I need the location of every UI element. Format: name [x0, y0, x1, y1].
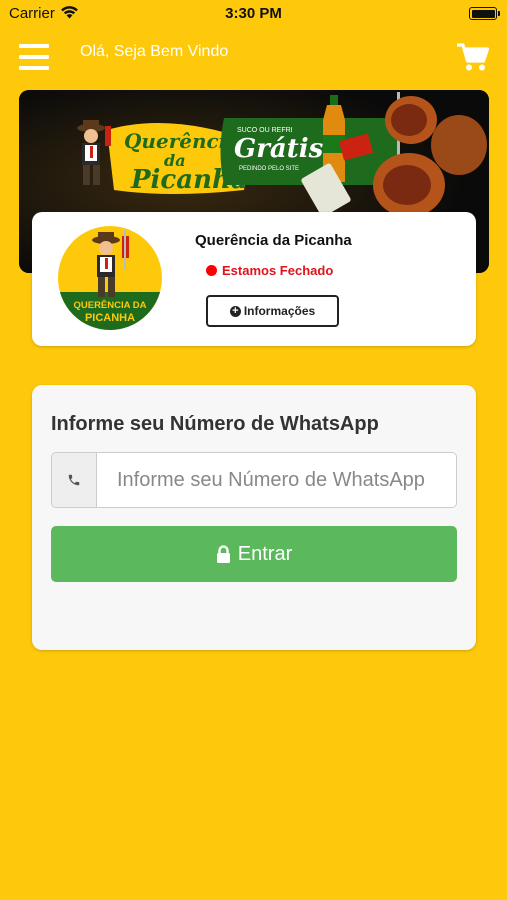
- store-status: Estamos Fechado: [206, 263, 333, 278]
- logo-text-line1: QUERÊNCIA DA: [73, 299, 146, 311]
- plus-circle-icon: +: [229, 305, 241, 317]
- whatsapp-number-input[interactable]: [98, 453, 456, 507]
- banner-brand-line1: Querência: [124, 129, 239, 153]
- logo-text-line2: PICANHA: [85, 312, 135, 324]
- status-text: Estamos Fechado: [222, 263, 334, 278]
- status-bar: Carrier 3:30 PM: [0, 0, 507, 26]
- banner-brand-line3: Picanha: [130, 165, 248, 195]
- banner-promo-main: Grátis: [234, 134, 324, 164]
- store-card: QUERÊNCIA DA PICANHA Querência da Picanh…: [32, 212, 476, 346]
- banner-promo-bottom: PEDINDO PELO SITE: [239, 166, 299, 172]
- store-logo: QUERÊNCIA DA PICANHA: [58, 226, 162, 330]
- phone-icon: [68, 474, 80, 486]
- info-button-label: Informações: [243, 304, 316, 318]
- banner-promo-top: SUCO OU REFRI: [237, 127, 293, 134]
- welcome-text: Olá, Seja Bem Vindo: [80, 43, 229, 60]
- clock: 3:30 PM: [225, 5, 282, 22]
- shopping-cart-icon[interactable]: [456, 42, 489, 72]
- phone-input-group: [51, 452, 457, 508]
- info-button[interactable]: + Informações: [206, 295, 339, 327]
- store-name: Querência da Picanha: [195, 232, 352, 249]
- phone-addon: [52, 453, 97, 507]
- lock-icon: [216, 545, 230, 563]
- login-card: Informe seu Número de WhatsApp Entrar: [32, 385, 476, 650]
- enter-button-label: Entrar: [237, 542, 293, 565]
- closed-status-dot-icon: [206, 265, 217, 276]
- battery-icon: [469, 7, 500, 20]
- login-title: Informe seu Número de WhatsApp: [51, 413, 379, 435]
- hamburger-menu-icon[interactable]: [19, 44, 49, 70]
- enter-button[interactable]: Entrar: [51, 526, 457, 582]
